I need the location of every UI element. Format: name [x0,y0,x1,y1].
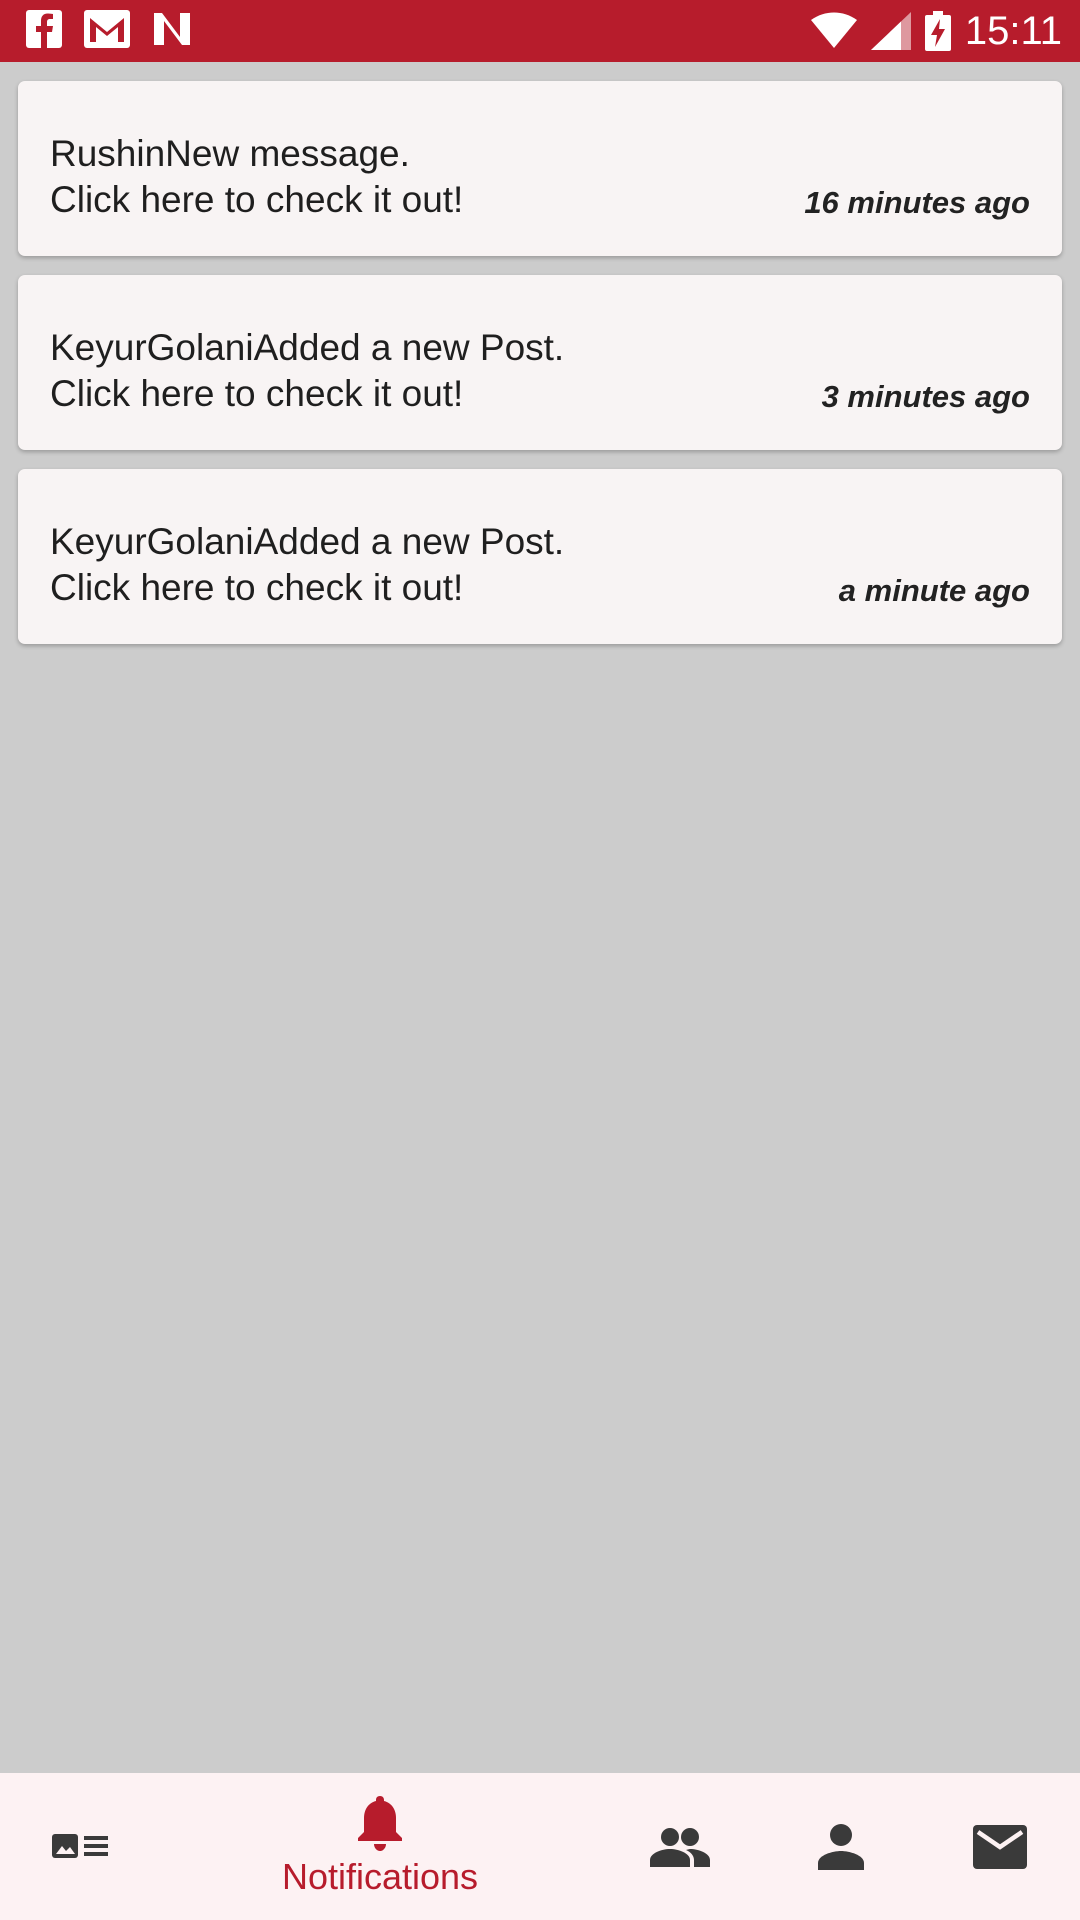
notification-n-icon [154,13,190,45]
facebook-icon [26,10,62,48]
person-icon [818,1823,864,1870]
notification-card[interactable]: RushinNew message. Click here to check i… [18,81,1062,256]
bell-icon [358,1795,402,1851]
mail-icon [973,1824,1027,1869]
nav-item-profile[interactable] [791,1773,891,1920]
people-icon [650,1827,710,1867]
nav-label-notifications: Notifications [281,1855,479,1897]
notification-list: RushinNew message. Click here to check i… [18,81,1062,663]
nav-item-messages[interactable] [950,1773,1050,1920]
notification-text: RushinNew message. Click here to check i… [50,131,463,223]
battery-charging-icon [924,11,951,51]
notification-text: KeyurGolaniAdded a new Post. Click here … [50,325,564,417]
nav-item-notifications[interactable]: Notifications [255,1773,505,1920]
wifi-icon [810,12,857,48]
notification-title: KeyurGolaniAdded a new Post. [50,327,565,368]
notification-time: 16 minutes ago [804,185,1030,220]
notification-text: KeyurGolaniAdded a new Post. Click here … [50,519,564,611]
nav-item-feed[interactable] [30,1773,130,1920]
notification-subtitle: Click here to check it out! [50,373,464,414]
notification-time: 3 minutes ago [821,379,1030,414]
status-bar: 15:11 [0,0,1080,62]
notification-subtitle: Click here to check it out! [50,567,464,608]
notification-title: KeyurGolaniAdded a new Post. [50,521,565,562]
notification-card[interactable]: KeyurGolaniAdded a new Post. Click here … [18,469,1062,644]
status-time: 15:11 [964,9,1062,53]
gmail-icon [84,10,130,48]
signal-icon [870,12,911,50]
notification-time: a minute ago [838,573,1030,608]
notification-card[interactable]: KeyurGolaniAdded a new Post. Click here … [18,275,1062,450]
bottom-navigation: Notifications [0,1773,1080,1920]
notification-subtitle: Click here to check it out! [50,179,464,220]
notification-title: RushinNew message. [50,133,410,174]
feed-icon [52,1833,108,1858]
nav-item-people[interactable] [630,1773,730,1920]
